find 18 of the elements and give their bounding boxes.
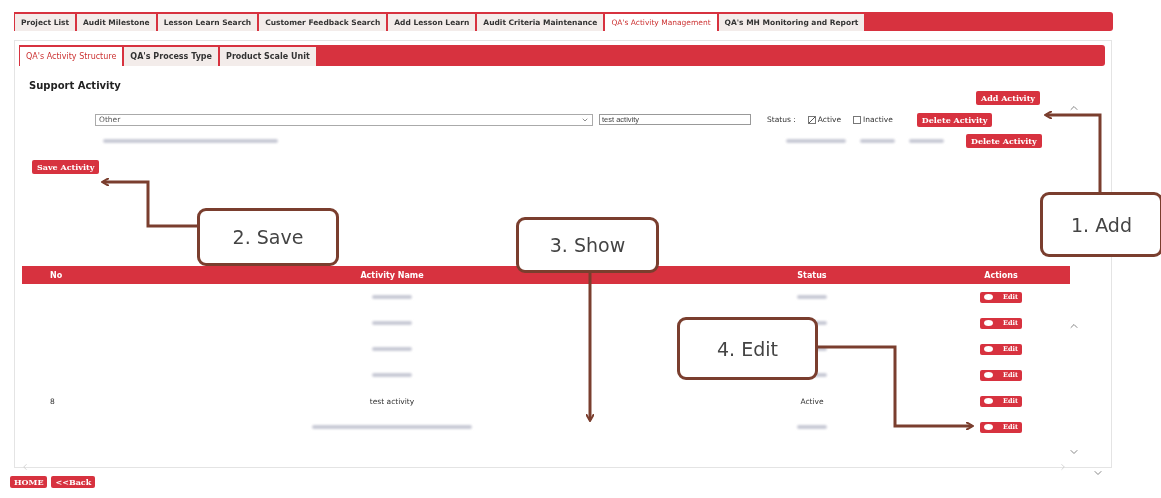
- sub-tab[interactable]: Product Scale Unit: [219, 46, 317, 66]
- section-title: Support Activity: [29, 80, 122, 91]
- sub-tab[interactable]: QA's Process Type: [123, 46, 219, 66]
- sub-tab[interactable]: QA's Activity Structure: [19, 46, 124, 66]
- callout-label: 3. Show: [516, 217, 659, 273]
- footer-button[interactable]: <<Back: [51, 476, 96, 488]
- column-header: Status: [796, 270, 828, 280]
- callout-label: 1. Add: [1040, 192, 1161, 257]
- column-header: Activity Name: [359, 270, 425, 280]
- save-activity-button[interactable]: Save Activity: [32, 160, 100, 174]
- callout-label: 2. Save: [197, 208, 339, 266]
- footer-button[interactable]: HOME: [10, 476, 48, 488]
- delete-activity-button[interactable]: Delete Activity: [916, 112, 993, 127]
- delete-activity-button[interactable]: Delete Activity: [966, 133, 1042, 148]
- callout-label: 4. Edit: [677, 317, 818, 380]
- column-header: No: [49, 270, 64, 280]
- add-activity-button[interactable]: Add Activity: [975, 91, 1040, 105]
- column-header: Actions: [983, 270, 1019, 280]
